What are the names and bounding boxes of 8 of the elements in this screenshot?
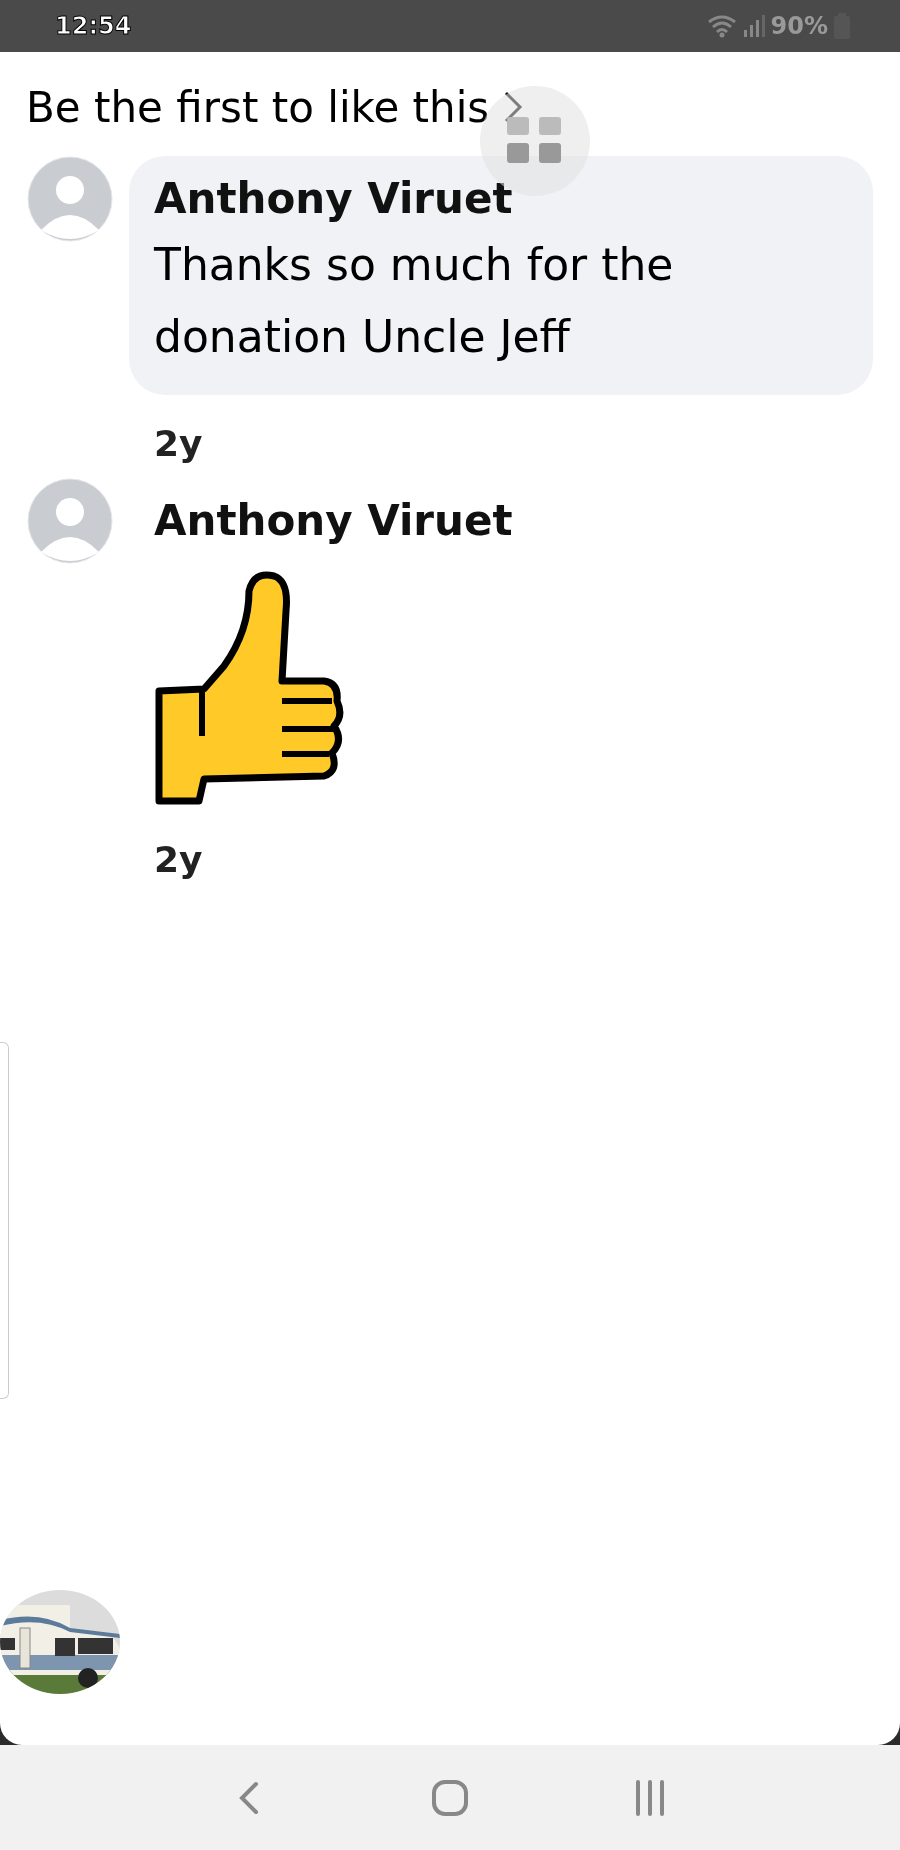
status-time: 12:54 xyxy=(55,12,132,40)
comment-author[interactable]: Anthony Viruet xyxy=(154,174,849,223)
comment-age: 2y xyxy=(153,838,203,880)
likes-prompt[interactable]: Be the first to like this xyxy=(26,82,490,132)
battery-level: 90% xyxy=(770,12,828,40)
comment-age: 2y xyxy=(153,422,203,464)
comment-text: Thanks so much for the donation Uncle Jeff xyxy=(154,238,675,364)
comment-author[interactable]: Anthony Viruet xyxy=(154,496,849,545)
